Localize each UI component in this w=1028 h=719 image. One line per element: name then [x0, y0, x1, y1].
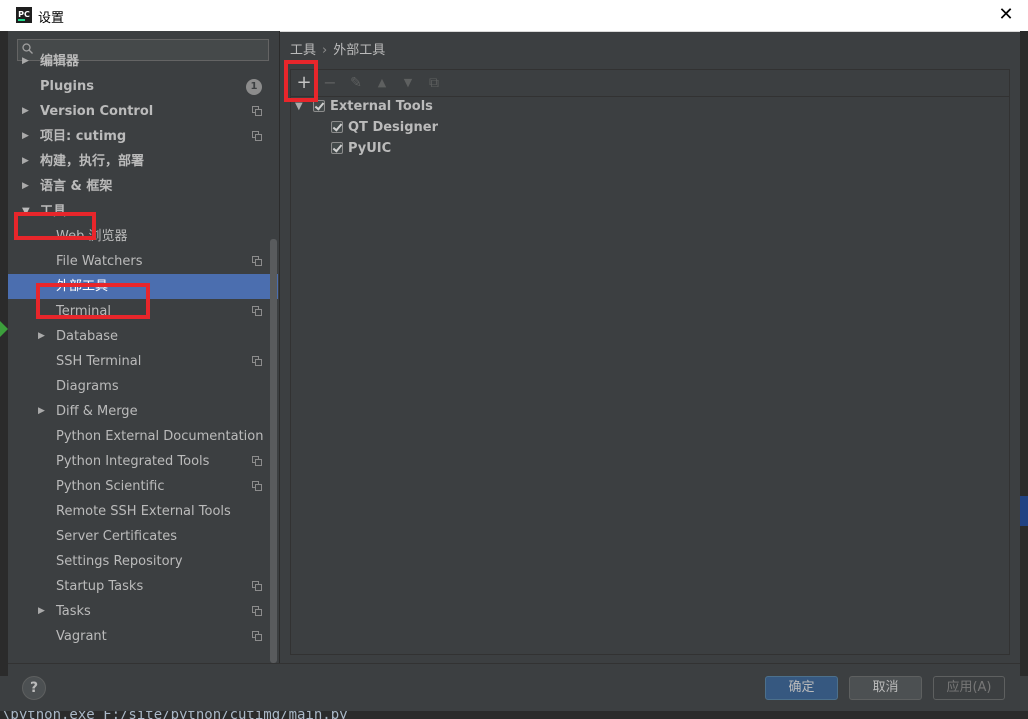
sidebar-item-label: 语言 & 框架: [40, 179, 113, 194]
sidebar-item[interactable]: Diagrams: [8, 374, 278, 399]
sidebar-item-label: Python Scientific: [56, 479, 165, 494]
highlight-add-button: [284, 60, 318, 102]
copy-tool-button[interactable]: ⧉: [425, 74, 443, 92]
apply-button[interactable]: 应用(A): [933, 676, 1005, 700]
expand-arrow-icon[interactable]: ▶: [22, 124, 29, 149]
sidebar-item[interactable]: Startup Tasks: [8, 574, 278, 599]
sidebar-item[interactable]: ▶ Tasks: [8, 599, 278, 624]
project-level-icon: [252, 131, 262, 141]
sidebar-item-label: Vagrant: [56, 629, 107, 644]
sidebar-item-label: Python External Documentation: [56, 429, 264, 444]
sidebar-item[interactable]: ▶ 构建，执行，部署: [8, 149, 278, 174]
sidebar-item-label: File Watchers: [56, 254, 143, 269]
sidebar-item[interactable]: Python Integrated Tools: [8, 449, 278, 474]
sidebar-item-label: Tasks: [56, 604, 91, 619]
title-bar: PC 设置 ✕: [0, 0, 1028, 32]
cancel-button[interactable]: 取消: [849, 676, 922, 700]
help-button[interactable]: ?: [22, 676, 46, 700]
sidebar-item-label: Database: [56, 329, 119, 344]
project-level-icon: [252, 106, 262, 116]
project-level-icon: [252, 306, 262, 316]
project-level-icon: [252, 456, 262, 466]
sidebar-item[interactable]: ▶ 项目: cutimg: [8, 124, 278, 149]
sidebar-item[interactable]: File Watchers: [8, 249, 278, 274]
sidebar-item-label: SSH Terminal: [56, 354, 142, 369]
sidebar-item-label: Python Integrated Tools: [56, 454, 210, 469]
edit-tool-button[interactable]: ✎: [347, 74, 365, 92]
sidebar-item[interactable]: ▶ Diff & Merge: [8, 399, 278, 424]
right-window-edge: [1020, 31, 1028, 676]
tree-label: QT Designer: [348, 120, 439, 135]
project-level-icon: [252, 356, 262, 366]
sidebar-item[interactable]: SSH Terminal: [8, 349, 278, 374]
expand-arrow-icon[interactable]: ▶: [22, 99, 29, 124]
settings-sidebar: ▶ 编辑器 Plugins 1 ▶ Version Control ▶ 项目: cutimg ▶…: [8, 31, 280, 663]
settings-dialog: PC 设置 ✕ ▶ 编辑器 Plugins 1 ▶ Version Control ▶ 项目:…: [0, 0, 1028, 719]
run-marker-icon: [0, 321, 8, 337]
sidebar-item-label: Version Control: [40, 104, 154, 119]
pycharm-logo-icon: PC: [16, 7, 32, 23]
expand-arrow-icon[interactable]: ▶: [22, 174, 29, 199]
sidebar-item-label: Settings Repository: [56, 554, 183, 569]
settings-content: 工具 › 外部工具 + − ✎ ▲ ▼ ⧉ ▼ External Tools QT …: [280, 31, 1020, 663]
project-level-icon: [252, 481, 262, 491]
ok-button[interactable]: 确定: [765, 676, 838, 700]
update-count-badge: 1: [246, 79, 262, 95]
sidebar-item-label: Diagrams: [56, 379, 119, 394]
project-level-icon: [252, 256, 262, 266]
sidebar-item-label: Plugins: [40, 79, 94, 94]
sidebar-scrollbar[interactable]: [270, 239, 277, 663]
sidebar-item[interactable]: Python Scientific: [8, 474, 278, 499]
sidebar-item-label: Diff & Merge: [56, 404, 138, 419]
expand-arrow-icon[interactable]: ▶: [38, 324, 45, 349]
remove-tool-button[interactable]: −: [321, 74, 339, 92]
expand-arrow-icon[interactable]: ▶: [22, 149, 29, 174]
sidebar-item[interactable]: ▶ Version Control: [8, 99, 278, 124]
sidebar-item[interactable]: Settings Repository: [8, 549, 278, 574]
tree-label: PyUIC: [348, 141, 392, 156]
sidebar-item[interactable]: ▶ Database: [8, 324, 278, 349]
sidebar-item[interactable]: ▶ 语言 & 框架: [8, 174, 278, 199]
breadcrumb-current: 外部工具: [333, 43, 386, 58]
project-level-icon: [252, 631, 262, 641]
sidebar-item-label: 构建，执行，部署: [40, 154, 145, 169]
external-tools-panel: + − ✎ ▲ ▼ ⧉ ▼ External Tools QT Designer: [290, 69, 1010, 655]
left-window-edge: [0, 31, 8, 676]
close-button[interactable]: ✕: [994, 3, 1018, 27]
sidebar-item-label: Remote SSH External Tools: [56, 504, 231, 519]
dialog-footer: ? 确定 取消 应用(A): [8, 663, 1020, 712]
move-up-button[interactable]: ▲: [373, 74, 391, 92]
project-level-icon: [252, 606, 262, 616]
move-down-button[interactable]: ▼: [399, 74, 417, 92]
tree-label: External Tools: [330, 99, 433, 114]
breadcrumb-parent[interactable]: 工具: [290, 43, 316, 58]
tools-toolbar: + − ✎ ▲ ▼ ⧉: [291, 70, 1009, 97]
sidebar-item-label: Server Certificates: [56, 529, 178, 544]
project-level-icon: [252, 581, 262, 591]
sidebar-item-label: Startup Tasks: [56, 579, 144, 594]
expand-arrow-icon[interactable]: ▶: [38, 599, 45, 624]
checkbox-pyuic[interactable]: [331, 142, 343, 154]
sidebar-item-label: 编辑器: [40, 54, 80, 69]
highlight-tools-node: [14, 212, 96, 240]
expand-arrow-icon[interactable]: ▶: [38, 399, 45, 424]
console-text: \python.exe F:/site/python/cutimg/main.p…: [2, 711, 348, 719]
sidebar-item[interactable]: Server Certificates: [8, 524, 278, 549]
sidebar-item[interactable]: ▶ 编辑器: [8, 49, 278, 74]
breadcrumb: 工具 › 外部工具: [290, 39, 385, 58]
breadcrumb-separator: ›: [322, 43, 328, 58]
background-console: \python.exe F:/site/python/cutimg/main.p…: [0, 711, 1028, 719]
highlight-external-tools-item: [36, 283, 150, 319]
expand-arrow-icon[interactable]: ▶: [22, 49, 29, 74]
window-title: 设置: [38, 11, 65, 26]
checkbox-qt-designer[interactable]: [331, 121, 343, 133]
sidebar-item-label: 项目: cutimg: [40, 129, 127, 144]
sidebar-item[interactable]: Vagrant: [8, 624, 278, 649]
sidebar-item[interactable]: Remote SSH External Tools: [8, 499, 278, 524]
sidebar-item[interactable]: Python External Documentation: [8, 424, 278, 449]
sidebar-item[interactable]: Plugins 1: [8, 74, 278, 99]
